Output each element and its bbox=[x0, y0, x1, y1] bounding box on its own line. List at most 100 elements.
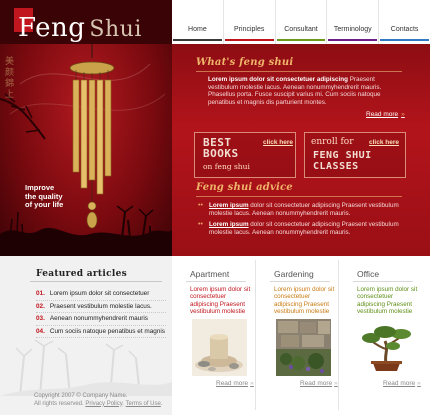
calligraphy-text: 美 颜 錦 上 bbox=[5, 56, 15, 99]
card-read-more-link[interactable]: Read more» bbox=[383, 380, 421, 387]
promo-books-link[interactable]: click here bbox=[263, 139, 293, 146]
advice-link[interactable]: Lorem ipsum bbox=[209, 221, 249, 228]
promo-classes-line2: CLASSES bbox=[313, 161, 359, 172]
read-more-arrow-icon: » bbox=[417, 380, 421, 387]
read-more-label: Read more bbox=[383, 380, 416, 387]
terms-of-use-link[interactable]: Terms of Use bbox=[126, 401, 161, 407]
nav-label: Principles bbox=[234, 26, 265, 33]
card-gardening: Gardening Lorem ipsum dolor sit consecte… bbox=[256, 256, 338, 415]
card-text: Lorem ipsum dolor sit consectetuer adipi… bbox=[357, 286, 418, 316]
nav-label: Home bbox=[188, 26, 207, 33]
promo-classes-line0: enroll for bbox=[311, 137, 354, 147]
hero-image-panel: 美 颜 錦 上 Improve the quality of your life bbox=[0, 44, 172, 256]
tagline-text: Improve the quality of your life bbox=[25, 183, 64, 209]
tree-silhouette-decoration bbox=[0, 339, 172, 396]
wind-chime-illustration bbox=[0, 44, 172, 256]
nav-item-contacts[interactable]: Contacts bbox=[378, 0, 430, 44]
read-more-arrow-icon: » bbox=[250, 380, 254, 387]
copyright: Copyright 2007 © Company Name. All right… bbox=[34, 393, 163, 408]
card-text: Lorem ipsum dolor sit consectetuer adipi… bbox=[190, 286, 251, 316]
advice-rule bbox=[196, 196, 402, 197]
item-number: 01. bbox=[36, 290, 45, 297]
promo-classes-line1: FENG SHUI bbox=[313, 150, 372, 161]
read-more-label: Read more bbox=[300, 380, 333, 387]
promo-classes-banner[interactable]: enroll for FENG SHUI CLASSES click here bbox=[304, 132, 406, 178]
promo-books-sub: on feng shui bbox=[203, 162, 250, 171]
nav-item-consultant[interactable]: Consultant bbox=[274, 0, 327, 44]
card-apartment: Apartment Lorem ipsum dolor sit consecte… bbox=[172, 256, 254, 415]
period: . bbox=[160, 400, 163, 407]
card-title: Gardening bbox=[274, 269, 314, 279]
nav-underline bbox=[224, 39, 274, 41]
advice-item: •• Lorem ipsum dolor sit consectetuer adi… bbox=[198, 221, 408, 236]
featured-title: Featured articles bbox=[36, 269, 127, 279]
nav-underline bbox=[276, 39, 326, 41]
stone-garden-image bbox=[276, 319, 331, 376]
intro-rule bbox=[196, 71, 402, 72]
read-more-arrow-icon: » bbox=[401, 111, 405, 118]
nav-label: Consultant bbox=[284, 26, 318, 33]
bullet-icon: •• bbox=[198, 202, 203, 209]
featured-list-item[interactable]: 04. Cum sociis natoque penatibus et magni… bbox=[36, 326, 166, 338]
item-text: Cum sociis natoque penatibus et magnis bbox=[49, 327, 165, 335]
read-more-arrow-icon: » bbox=[334, 380, 338, 387]
advice-item: •• Lorem ipsum dolor sit consectetuer adi… bbox=[198, 202, 408, 217]
item-number: 02. bbox=[36, 302, 45, 310]
nav-label: Terminology bbox=[333, 26, 372, 33]
nav-underline bbox=[328, 39, 378, 41]
item-text: Aenean nonummyhendrerit mauris bbox=[49, 315, 148, 322]
card-title: Office bbox=[357, 269, 380, 279]
nav-underline bbox=[173, 39, 222, 41]
promo-books-banner[interactable]: BEST BOOKS on feng shui click here bbox=[194, 132, 296, 178]
category-cards: Apartment Lorem ipsum dolor sit consecte… bbox=[172, 256, 430, 415]
privacy-policy-link[interactable]: Privacy Policy bbox=[85, 401, 122, 407]
featured-list: 01. Lorem ipsum dolor sit consectetuer 02… bbox=[36, 288, 166, 338]
item-number: 03. bbox=[36, 315, 45, 322]
logo-band: Feng Shui bbox=[0, 0, 172, 44]
card-rule bbox=[270, 281, 330, 282]
card-title: Apartment bbox=[190, 269, 230, 279]
hero-banner: 美 颜 錦 上 Improve the quality of your life… bbox=[0, 44, 430, 256]
copyright-line2: All rights reserved. Privacy Policy. Ter… bbox=[34, 401, 163, 409]
nav-item-terminology[interactable]: Terminology bbox=[326, 0, 378, 44]
intro-title: What's feng shui bbox=[196, 57, 294, 68]
main-nav: Home Principles Consultant Terminology C… bbox=[172, 0, 430, 44]
nav-underline bbox=[380, 39, 429, 41]
bonsai-image bbox=[359, 319, 414, 376]
advice-list: •• Lorem ipsum dolor sit consectetuer adi… bbox=[198, 202, 408, 240]
rights-text: All rights reserved. bbox=[34, 400, 86, 407]
item-text: Lorem ipsum dolor sit consectetuer bbox=[49, 290, 150, 297]
nav-label: Contacts bbox=[390, 26, 419, 33]
nav-item-principles[interactable]: Principles bbox=[222, 0, 275, 44]
read-more-label: Read more bbox=[366, 111, 399, 118]
nav-item-home[interactable]: Home bbox=[172, 0, 223, 44]
featured-list-item[interactable]: 02. Praesent vestibulum molestie lacus. bbox=[36, 301, 166, 313]
promo-classes-link[interactable]: click here bbox=[369, 139, 399, 146]
card-read-more-link[interactable]: Read more» bbox=[300, 380, 338, 387]
hero-tagline: Improve the quality of your life bbox=[25, 183, 64, 210]
candle-stones-image bbox=[192, 319, 247, 376]
featured-list-item[interactable]: 01. Lorem ipsum dolor sit consectetuer bbox=[36, 288, 166, 301]
bullet-icon: •• bbox=[198, 221, 203, 229]
copyright-line1: Copyright 2007 © Company Name. bbox=[34, 393, 128, 399]
vertical-calligraphy: 美 颜 錦 上 bbox=[5, 56, 17, 100]
advice-title: Feng shui advice bbox=[196, 182, 293, 193]
promo-books-line2: BOOKS bbox=[203, 147, 239, 160]
item-text: Praesent vestibulum molestie lacus. bbox=[49, 302, 152, 310]
bottom-section: Featured articles 01. Lorem ipsum dolor s… bbox=[0, 256, 430, 415]
featured-rule bbox=[30, 281, 162, 282]
read-more-label: Read more bbox=[216, 380, 249, 387]
card-text: Lorem ipsum dolor sit consectetuer adipi… bbox=[274, 286, 335, 316]
item-number: 04. bbox=[36, 327, 45, 335]
featured-list-item[interactable]: 03. Aenean nonummyhendrerit mauris bbox=[36, 313, 166, 326]
card-rule bbox=[353, 281, 413, 282]
intro-bold: Lorem ipsum dolor sit consectetuer adipi… bbox=[208, 76, 348, 83]
logo-word-feng: Feng bbox=[18, 13, 86, 43]
featured-articles-panel: Featured articles 01. Lorem ipsum dolor s… bbox=[0, 256, 172, 415]
advice-link[interactable]: Lorem ipsum bbox=[209, 202, 249, 209]
logo-word-shui: Shui bbox=[89, 17, 142, 42]
site-logo[interactable]: Feng Shui bbox=[18, 13, 142, 43]
intro-read-more-link[interactable]: Read more» bbox=[366, 111, 405, 118]
card-rule bbox=[186, 281, 246, 282]
card-read-more-link[interactable]: Read more» bbox=[216, 380, 254, 387]
